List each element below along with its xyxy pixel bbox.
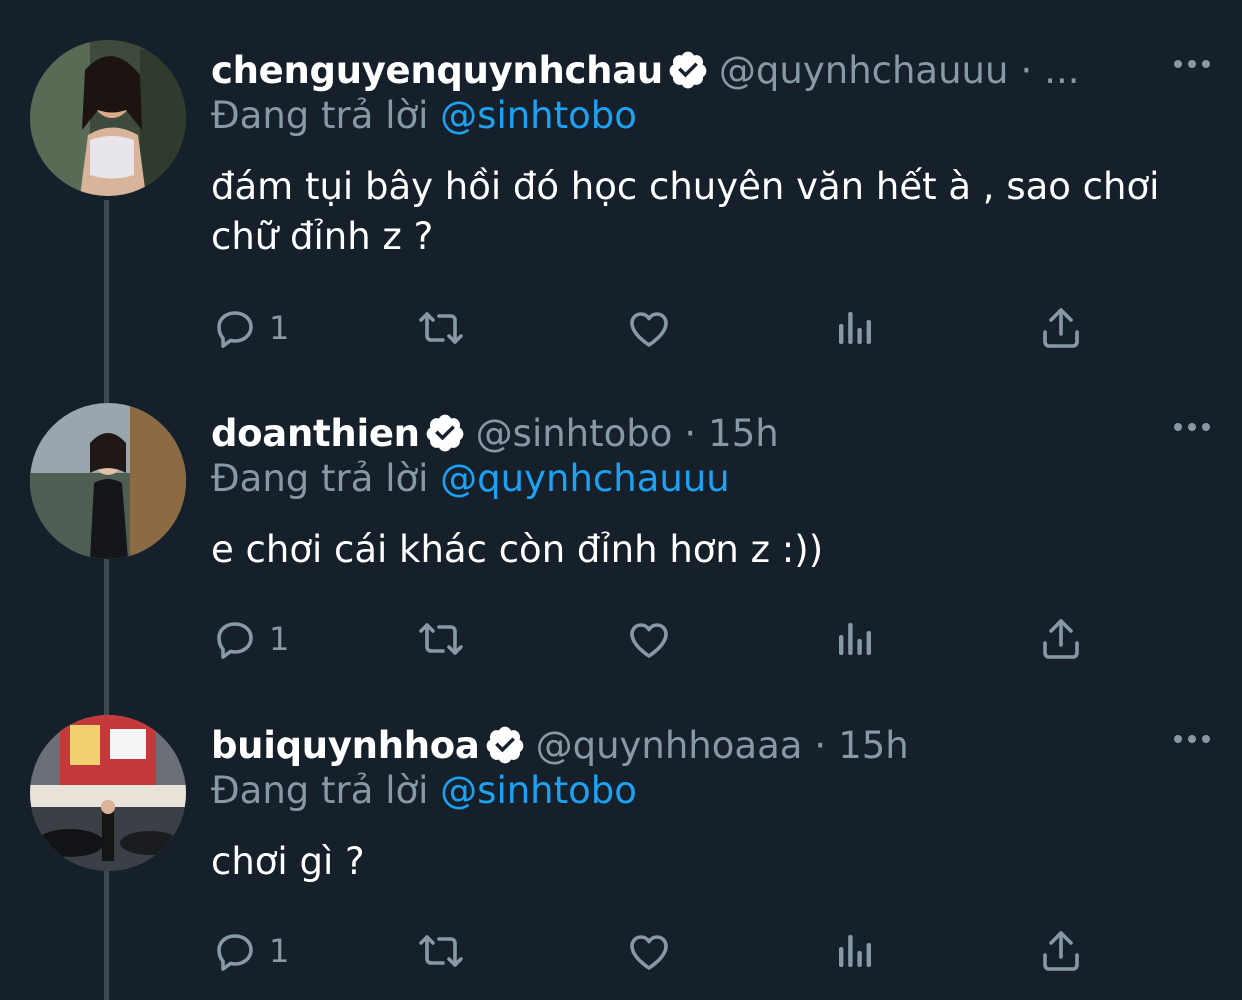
tweet-text: đám tụi bây hồi đó học chuyên văn hết à …	[211, 165, 1160, 258]
tweet-header: buiquynhhoa @quynhhoaaa · 15h	[211, 719, 909, 771]
heart-icon	[630, 935, 668, 970]
avatar[interactable]	[30, 40, 186, 196]
retweet-button[interactable]	[417, 611, 465, 667]
reply-button[interactable]: 1	[211, 611, 289, 667]
display-name[interactable]: buiquynhhoa	[211, 724, 480, 767]
retweet-icon	[419, 935, 463, 967]
analytics-icon	[839, 935, 871, 967]
replying-to-label: Đang trả lời	[211, 94, 429, 137]
separator: ·	[1020, 48, 1033, 92]
replying-to: Đang trả lời @sinhtobo	[211, 94, 637, 137]
reply-count: 1	[269, 620, 290, 658]
separator: ·	[684, 411, 697, 455]
reply-icon	[217, 934, 253, 971]
timestamp[interactable]: 15h	[838, 724, 909, 767]
user-handle[interactable]: @quynhchauuu	[719, 49, 1009, 92]
replying-to: Đang trả lời @quynhchauuu	[211, 457, 730, 500]
timestamp[interactable]: 15h	[708, 412, 779, 455]
mention-link[interactable]: @sinhtobo	[440, 94, 637, 137]
separator: ·	[814, 723, 827, 767]
verified-badge-icon	[669, 51, 707, 89]
display-name[interactable]: doanthien	[211, 412, 420, 455]
share-icon	[1043, 619, 1079, 659]
reply-count: 1	[269, 309, 290, 347]
reply-button[interactable]: 1	[211, 300, 289, 356]
analytics-icon	[839, 623, 871, 655]
heart-icon	[630, 623, 668, 658]
analytics-button[interactable]	[831, 611, 879, 667]
avatar[interactable]	[30, 403, 186, 559]
share-button[interactable]	[1037, 300, 1085, 356]
tweet[interactable]: buiquynhhoa @quynhhoaaa · 15h Đang trả l…	[0, 675, 1242, 987]
more-dots-icon[interactable]	[1172, 52, 1212, 76]
tweet[interactable]: chenguyenquynhchau @quynhchauuu · ... Đa…	[0, 0, 1242, 348]
share-button[interactable]	[1037, 611, 1085, 667]
display-name[interactable]: chenguyenquynhchau	[211, 49, 663, 92]
user-handle[interactable]: @sinhtobo	[476, 412, 673, 455]
reply-button[interactable]: 1	[211, 923, 289, 979]
heart-icon	[630, 312, 668, 347]
verified-badge-icon	[486, 726, 523, 764]
like-button[interactable]	[625, 923, 673, 979]
reply-icon	[217, 622, 253, 659]
replying-to-label: Đang trả lời	[211, 457, 429, 500]
analytics-button[interactable]	[831, 300, 879, 356]
share-icon	[1043, 308, 1079, 348]
user-handle[interactable]: @quynhhoaaa	[536, 724, 803, 767]
replying-to: Đang trả lời @sinhtobo	[211, 769, 637, 812]
retweet-button[interactable]	[417, 923, 465, 979]
replying-to-label: Đang trả lời	[211, 769, 429, 812]
mention-link[interactable]: @quynhchauuu	[440, 457, 730, 500]
tweet-text: e chơi cái khác còn đỉnh hơn z :))	[211, 528, 824, 571]
like-button[interactable]	[625, 611, 673, 667]
more-dots-icon[interactable]	[1172, 727, 1212, 751]
retweet-button[interactable]	[417, 300, 465, 356]
more-dots-icon[interactable]	[1172, 415, 1212, 439]
verified-badge-icon	[426, 414, 464, 452]
retweet-icon	[419, 312, 463, 344]
reply-icon	[217, 311, 253, 348]
like-button[interactable]	[625, 300, 673, 356]
tweet[interactable]: doanthien @sinhtobo · 15h Đang trả lời @…	[0, 363, 1242, 675]
analytics-button[interactable]	[831, 923, 879, 979]
timestamp[interactable]: ...	[1044, 49, 1079, 92]
avatar[interactable]	[30, 715, 186, 871]
tweet-text: chơi gì ?	[211, 840, 365, 883]
retweet-icon	[419, 623, 463, 655]
tweet-header: doanthien @sinhtobo · 15h	[211, 407, 779, 459]
mention-link[interactable]: @sinhtobo	[440, 769, 637, 812]
share-button[interactable]	[1037, 923, 1085, 979]
reply-count: 1	[269, 932, 290, 970]
analytics-icon	[839, 312, 871, 344]
share-icon	[1043, 931, 1079, 971]
tweet-header: chenguyenquynhchau @quynhchauuu · ...	[211, 44, 1080, 96]
